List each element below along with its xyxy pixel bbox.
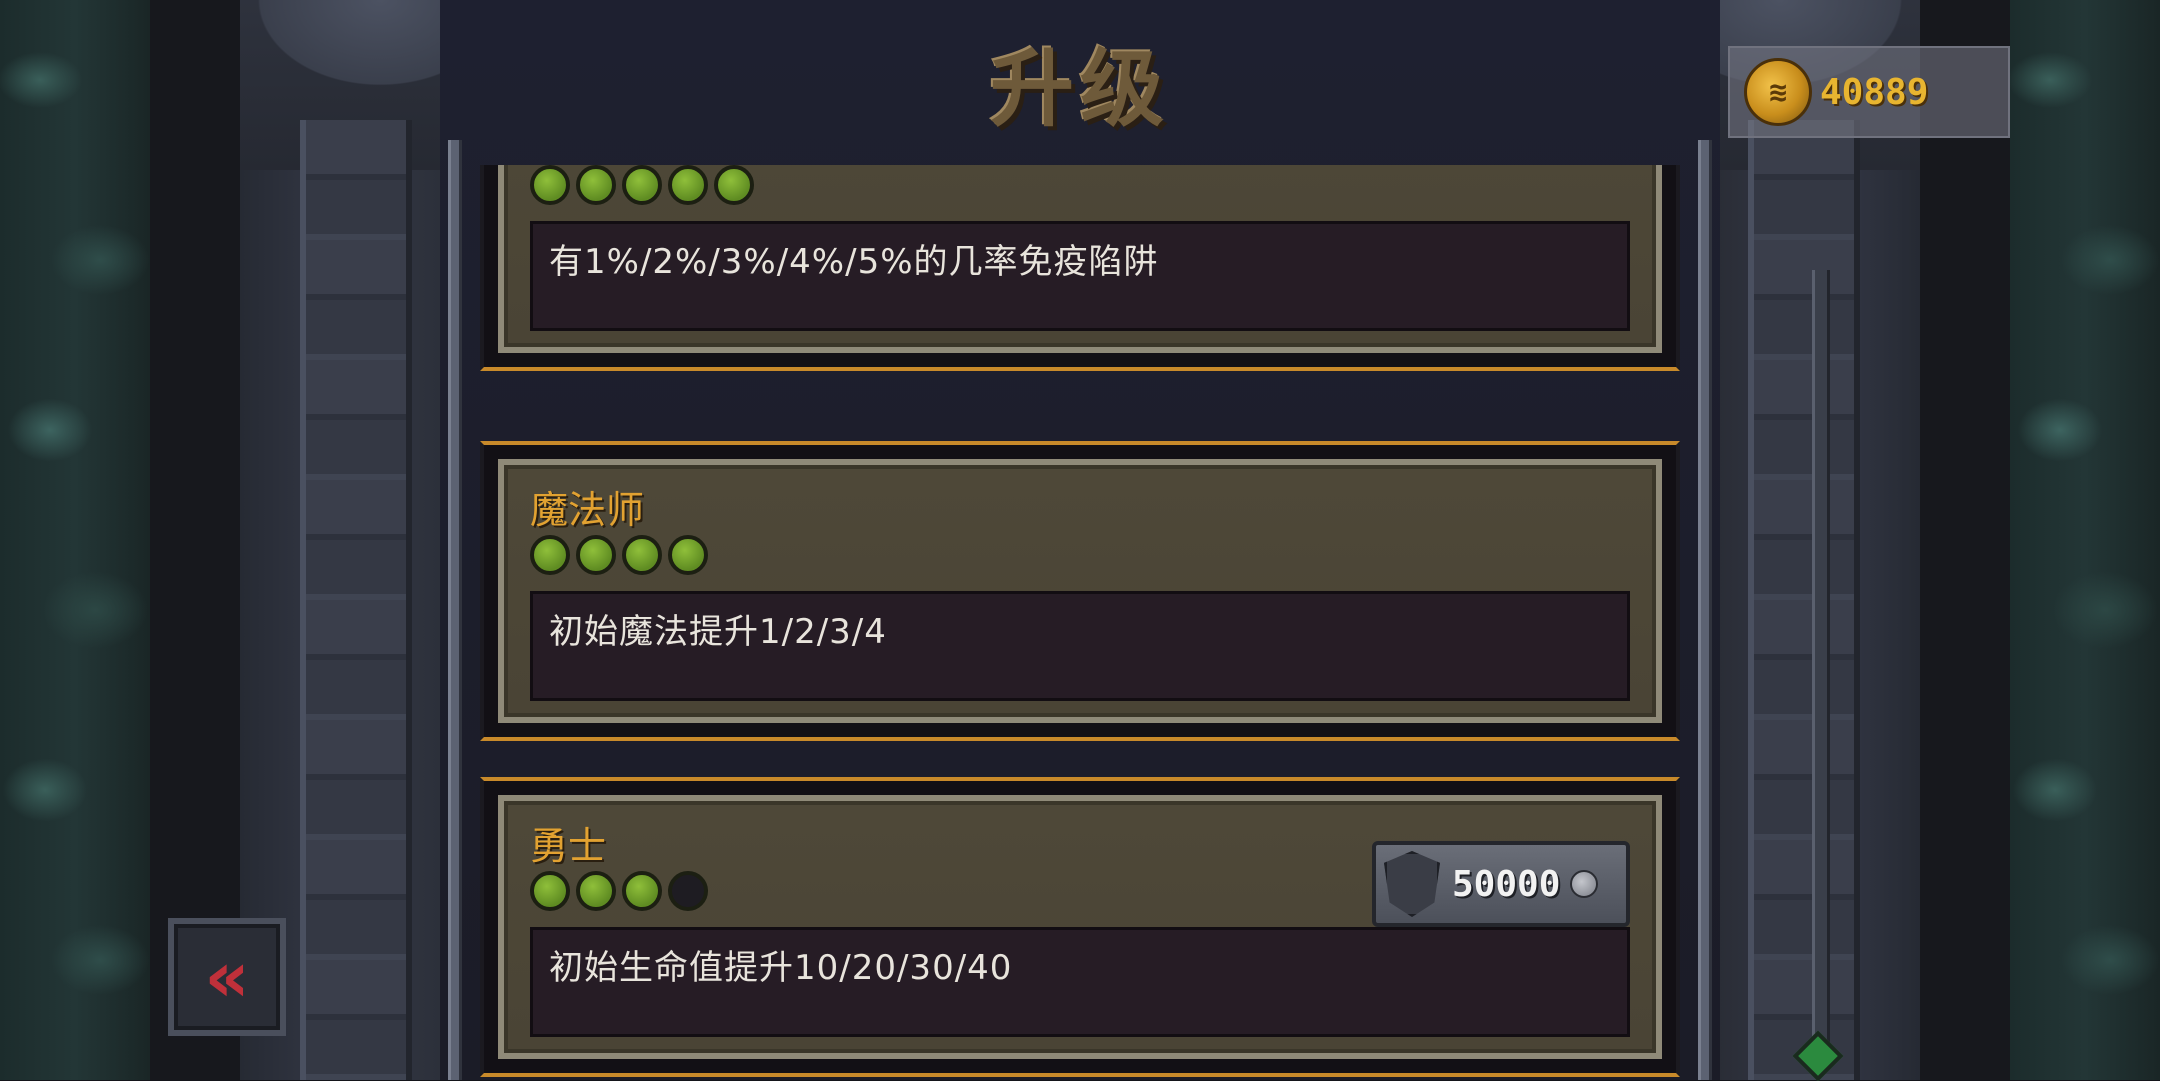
upgrade-card-mage[interactable]: 魔法师 初始魔法提升1/2/3/4 (480, 441, 1680, 741)
gem-icon (1570, 870, 1599, 898)
back-button[interactable]: « (168, 918, 286, 1036)
card-body: 盗贼 有1%/2%/3%/4%/5%的几率免疫陷阱 (498, 165, 1662, 353)
card-body: 魔法师 初始魔法提升1/2/3/4 (498, 459, 1662, 723)
upgrade-description: 有1%/2%/3%/4%/5%的几率免疫陷阱 (530, 221, 1630, 331)
level-dot-filled (622, 165, 662, 205)
right-pillar (1748, 120, 1860, 1080)
level-dot-filled (714, 165, 754, 205)
gold-amount: 40889 (1820, 71, 1929, 113)
gold-counter: ≋ 40889 (1728, 46, 2010, 138)
upgrade-card-thief[interactable]: 盗贼 有1%/2%/3%/4%/5%的几率免疫陷阱 (480, 165, 1680, 371)
scrollbar-track[interactable] (1812, 270, 1830, 1050)
level-dot-empty (668, 871, 708, 911)
level-dot-filled (576, 165, 616, 205)
back-arrow-icon: « (204, 936, 250, 1018)
upgrade-description: 初始生命值提升10/20/30/40 (530, 927, 1630, 1037)
coin-icon: ≋ (1744, 58, 1812, 126)
right-foliage-decoration (2010, 0, 2160, 1080)
left-pillar (300, 120, 412, 1080)
level-dot-filled (668, 535, 708, 575)
level-indicator (530, 165, 754, 205)
shield-icon (1384, 851, 1440, 917)
level-dot-filled (530, 535, 570, 575)
upgrade-description: 初始魔法提升1/2/3/4 (530, 591, 1630, 701)
level-indicator (530, 871, 708, 911)
left-foliage-decoration (0, 0, 150, 1080)
buy-upgrade-button[interactable]: 50000 (1372, 841, 1630, 927)
level-dot-filled (576, 871, 616, 911)
upgrade-name: 魔法师 (530, 488, 645, 532)
upgrade-name: 勇士 (530, 824, 607, 868)
upgrade-list[interactable]: 盗贼 有1%/2%/3%/4%/5%的几率免疫陷阱 魔法师 初始魔法提升1/2/… (470, 165, 1690, 1080)
level-dot-filled (530, 871, 570, 911)
left-pipe (448, 140, 462, 1080)
upgrade-card-warrior[interactable]: 勇士 50000 初始生命值提升10/20/30/40 (480, 777, 1680, 1077)
level-dot-filled (622, 871, 662, 911)
level-dot-filled (576, 535, 616, 575)
right-pipe (1698, 140, 1712, 1080)
level-dot-filled (668, 165, 708, 205)
level-dot-filled (622, 535, 662, 575)
card-body: 勇士 50000 初始生命值提升10/20/30/40 (498, 795, 1662, 1059)
level-indicator (530, 535, 708, 575)
level-dot-filled (530, 165, 570, 205)
upgrade-cost: 50000 (1452, 863, 1561, 905)
